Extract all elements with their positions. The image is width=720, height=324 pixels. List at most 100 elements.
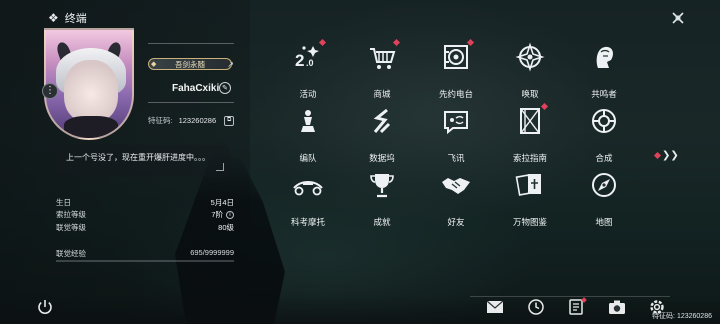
feature-message-button[interactable]: 飞讯 [420, 104, 492, 166]
feature-activity-2-0-button[interactable]: 2.0 活动 [272, 38, 344, 102]
feature-label: 先约电台 [438, 89, 473, 99]
edit-name-button[interactable]: ✎ [219, 82, 231, 94]
mail-button[interactable] [486, 298, 504, 316]
notice-button[interactable] [567, 297, 587, 316]
stat-sol-level: 索拉等级 7阶 i [56, 209, 234, 222]
svg-text:.0: .0 [306, 58, 314, 68]
feature-label: 索拉指南 [512, 153, 547, 163]
feature-team-chess-button[interactable]: 编队 [272, 104, 344, 166]
feature-synthesis-button[interactable]: 合成 [568, 104, 640, 166]
title-badge[interactable]: ◆ 吾剑永随 ↗ [148, 58, 234, 70]
feature-motorcycle-button[interactable]: 科考摩托 [272, 168, 344, 230]
stat-label: 生日 [56, 197, 71, 207]
trophy-icon [365, 168, 399, 202]
terminal-diamond-icon: ❖ [48, 11, 59, 25]
power-button[interactable] [36, 298, 54, 316]
convene-icon [513, 40, 547, 74]
signature-box[interactable]: 上一个号没了，现在重开爆肝进度中。。。 [56, 145, 230, 177]
divider [148, 102, 234, 103]
stat-union-level: 联觉等级 80级 [56, 221, 234, 234]
exp-value: 695/9999999 [190, 248, 234, 257]
next-page-button[interactable]: ❯❯ [653, 150, 679, 161]
stat-birthday: 生日 5月4日 [56, 196, 234, 209]
feature-label: 共鸣者 [591, 89, 617, 99]
feature-label: 飞讯 [447, 153, 465, 163]
exp-progress-bar [56, 260, 234, 262]
message-icon [439, 104, 473, 138]
feature-label: 万物图鉴 [512, 217, 547, 227]
feature-convene-button[interactable]: 唤取 [494, 40, 566, 102]
clock-button[interactable] [527, 298, 545, 316]
feature-cart-button[interactable]: 商城 [346, 38, 418, 102]
feature-handshake-button[interactable]: 好友 [420, 168, 492, 230]
stat-value: 5月4日 [210, 197, 234, 207]
exp-label: 联觉经验 [56, 249, 86, 258]
exp-row: 联觉经验 695/9999999 [56, 248, 234, 259]
guidebook-icon [513, 102, 549, 138]
badge-arrow-icon: ↗ [227, 60, 234, 69]
notification-dot [653, 151, 662, 160]
uid-value: 123260286 [178, 116, 217, 125]
close-button[interactable] [668, 8, 688, 28]
divider [148, 43, 234, 44]
stat-label: 索拉等级 [56, 210, 86, 220]
more-vertical-icon: ⋮ [45, 85, 55, 96]
feature-label: 成就 [373, 217, 391, 227]
activity-2-0-icon: 2.0 [291, 38, 327, 74]
radio-record-icon [439, 38, 475, 74]
uid-label: 特征码: [148, 116, 173, 125]
avatar-options-button[interactable]: ⋮ [42, 83, 58, 99]
feature-cards-button[interactable]: 万物图鉴 [494, 168, 566, 230]
cart-icon [365, 38, 401, 74]
feature-resonator-button[interactable]: 共鸣者 [568, 40, 640, 102]
feature-label: 数据坞 [369, 153, 395, 163]
title-badge-label: 吾剑永随 [175, 59, 205, 69]
feature-label: 唤取 [521, 89, 539, 99]
feature-guidebook-button[interactable]: 索拉指南 [494, 102, 566, 166]
feature-label: 好友 [447, 217, 465, 227]
power-icon [38, 300, 52, 314]
avatar[interactable] [44, 28, 134, 140]
data-dock-icon [365, 104, 399, 138]
stat-label: 联觉等级 [56, 222, 86, 232]
terminal-title: 终端 [64, 13, 87, 25]
pencil-icon: ✎ [222, 85, 228, 92]
resonator-icon [587, 40, 621, 74]
clock-icon [528, 299, 544, 315]
feature-compass-button[interactable]: 地图 [568, 168, 640, 230]
signature-corner-icon [216, 163, 224, 171]
feature-label: 活动 [299, 89, 317, 99]
feature-label: 地图 [595, 217, 613, 227]
stat-value: 7阶 [211, 210, 223, 220]
feature-label: 编队 [299, 153, 317, 163]
terminal-header: ❖ 终端 [48, 10, 87, 26]
svg-text:2: 2 [295, 51, 304, 70]
camera-icon [609, 300, 625, 314]
motorcycle-icon [291, 168, 325, 202]
team-chess-icon [291, 104, 325, 138]
feature-data-dock-button[interactable]: 数据坞 [346, 104, 418, 166]
stat-value: 80级 [218, 222, 234, 232]
cards-icon [513, 168, 547, 202]
feature-trophy-button[interactable]: 成就 [346, 168, 418, 230]
close-icon [672, 12, 684, 24]
signature-text: 上一个号没了，现在重开爆肝进度中。。。 [66, 153, 210, 162]
feature-label: 商城 [373, 89, 391, 99]
profile-stats: 生日 5月4日 索拉等级 7阶 i 联觉等级 80级 [56, 196, 234, 234]
info-icon[interactable]: i [226, 210, 234, 219]
compass-icon [587, 168, 621, 202]
double-chevron-right-icon: ❯❯ [662, 150, 679, 161]
badge-left-ornament-icon: ◆ [151, 61, 157, 68]
username: FahaCxiki [172, 83, 220, 94]
mail-icon [486, 300, 504, 313]
handshake-icon [439, 168, 473, 202]
synthesis-icon [587, 104, 621, 138]
copy-icon[interactable]: ⧉ [224, 115, 235, 126]
camera-button[interactable] [608, 298, 626, 316]
footer-uid: 特征码: 123260286 [652, 313, 712, 320]
feature-radio-record-button[interactable]: 先约电台 [420, 38, 492, 102]
divider [470, 296, 670, 297]
feature-label: 合成 [595, 153, 613, 163]
feature-label: 科考摩托 [290, 217, 325, 227]
uid-row: 特征码: 123260286 ⧉ [148, 115, 235, 126]
